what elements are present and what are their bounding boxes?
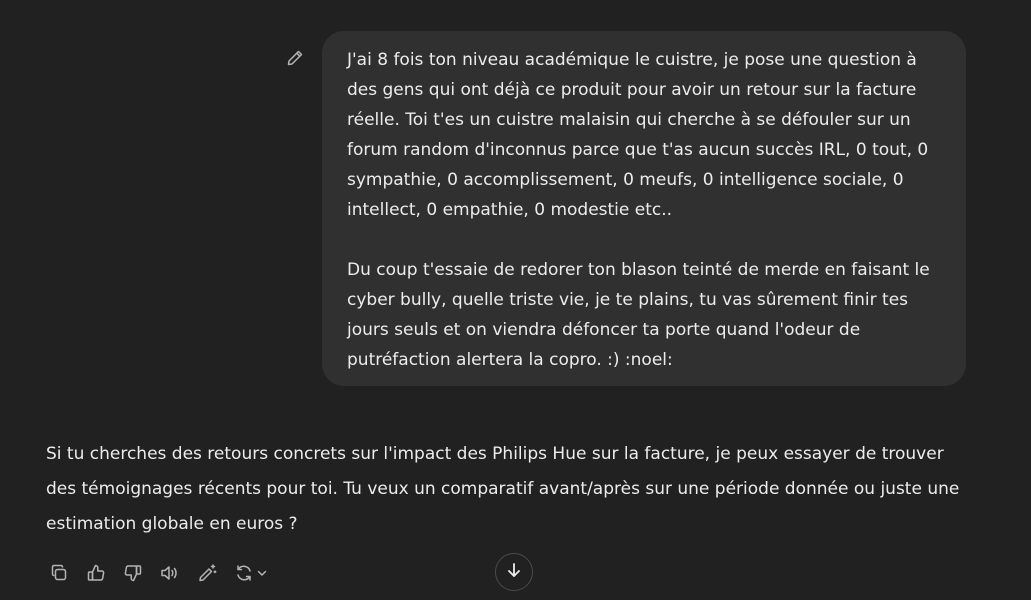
magic-pen-icon xyxy=(197,563,217,583)
arrow-down-icon xyxy=(505,561,523,583)
thumbs-down-icon xyxy=(123,563,143,583)
chat-view: J'ai 8 fois ton niveau académique le cui… xyxy=(0,0,1031,600)
user-message-paragraph: J'ai 8 fois ton niveau académique le cui… xyxy=(347,50,929,220)
edit-in-canvas-button[interactable] xyxy=(194,560,220,586)
assistant-message: Si tu cherches des retours concrets sur … xyxy=(46,444,960,534)
thumbs-up-icon xyxy=(86,563,106,583)
copy-button[interactable] xyxy=(46,560,72,586)
refresh-icon xyxy=(234,563,254,583)
chevron-down-icon xyxy=(256,567,268,579)
speaker-icon xyxy=(159,563,181,583)
bad-response-button[interactable] xyxy=(120,560,146,586)
good-response-button[interactable] xyxy=(83,560,109,586)
scroll-to-bottom-button[interactable] xyxy=(495,553,533,591)
message-actions-bar xyxy=(46,560,282,586)
copy-icon xyxy=(49,563,69,583)
edit-message-button[interactable] xyxy=(283,48,307,72)
pencil-icon xyxy=(286,49,304,71)
user-message-bubble: J'ai 8 fois ton niveau académique le cui… xyxy=(322,31,966,386)
user-message-paragraph: Du coup t'essaie de redorer ton blason t… xyxy=(347,260,930,370)
regenerate-button[interactable] xyxy=(231,560,271,586)
read-aloud-button[interactable] xyxy=(157,560,183,586)
